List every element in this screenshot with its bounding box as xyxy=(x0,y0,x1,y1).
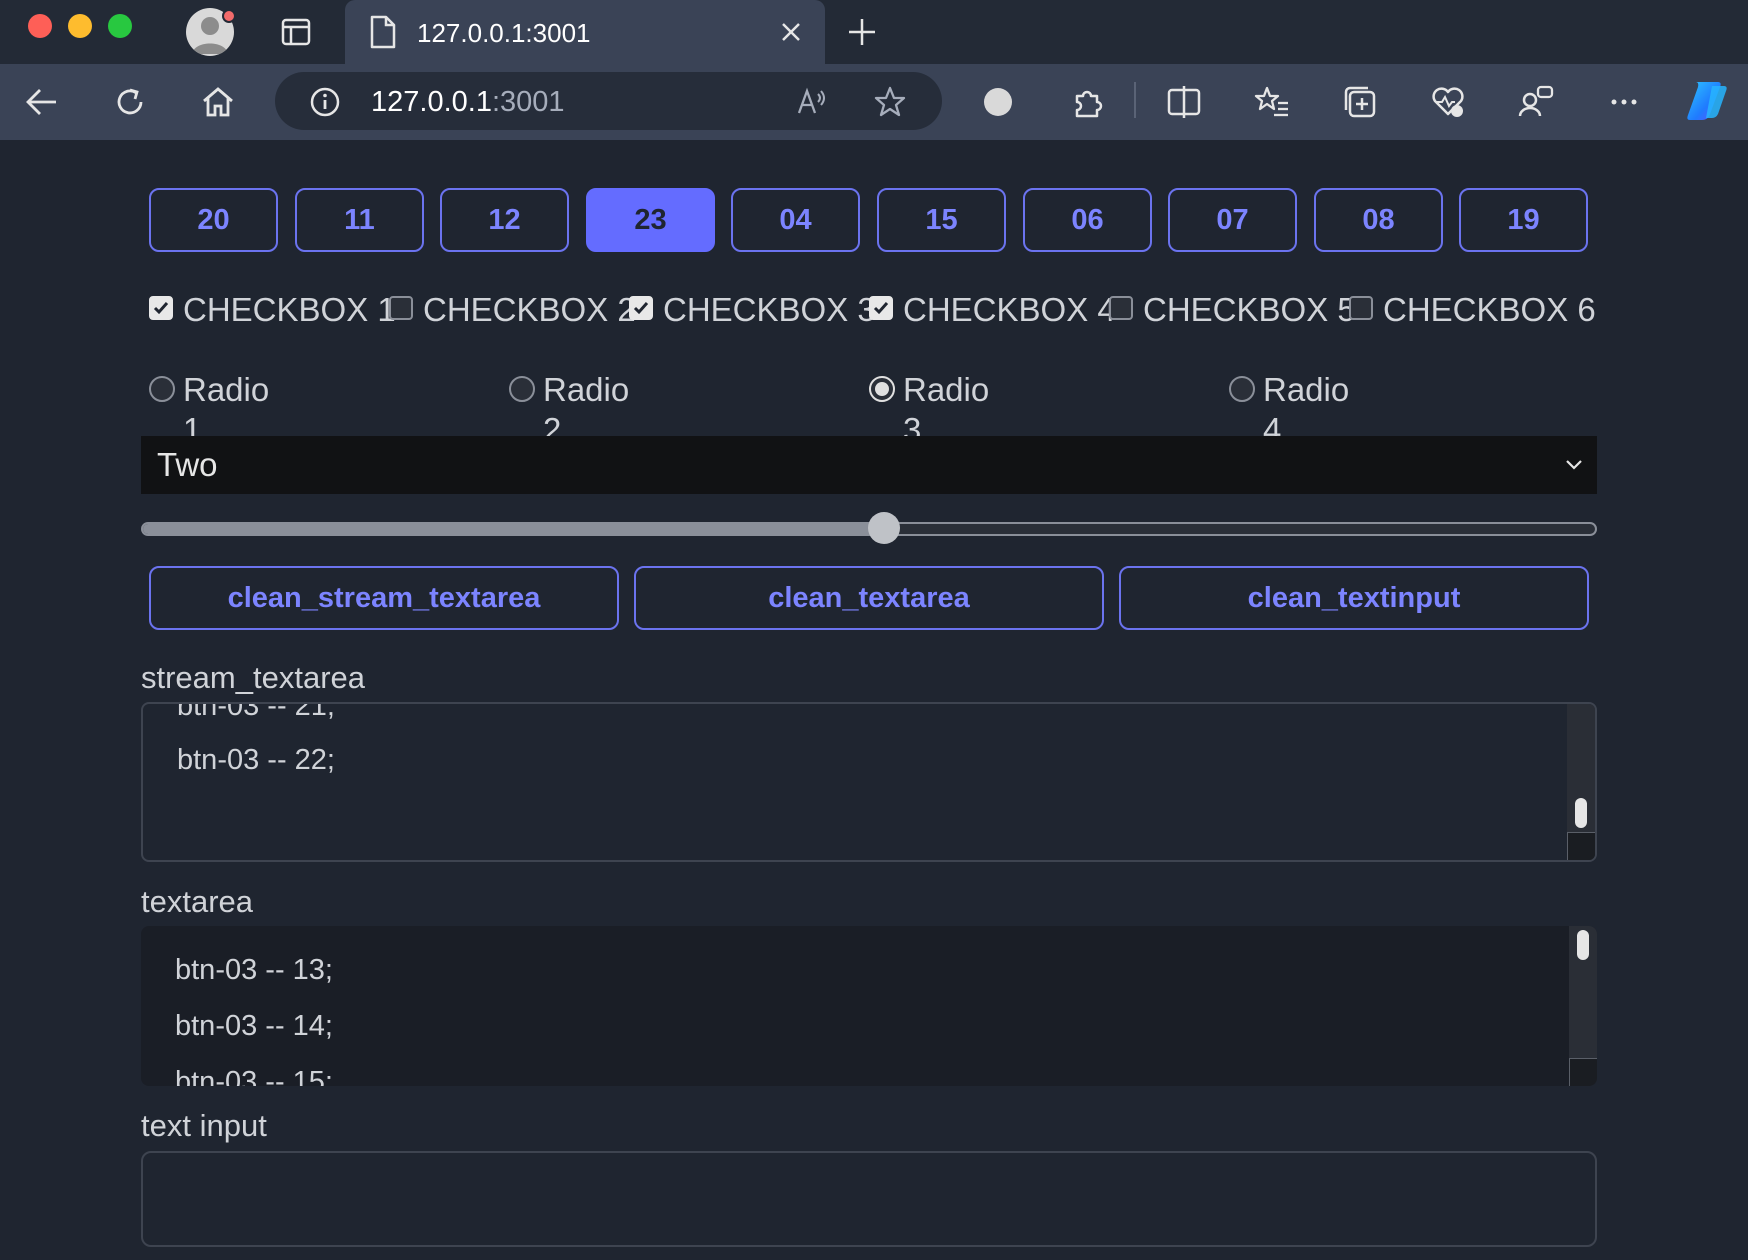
number-button-04[interactable]: 04 xyxy=(731,188,860,252)
home-icon[interactable] xyxy=(200,84,236,120)
page-content: 20 11 12 23 04 15 06 07 08 19 CHECKBOX 1… xyxy=(0,140,1748,1260)
url-port: :3001 xyxy=(491,86,565,118)
radio-group: Radio 1 Radio 2 Radio 3 Radio 4 xyxy=(149,370,1599,448)
checkbox-box[interactable] xyxy=(1109,296,1133,320)
number-button-06[interactable]: 06 xyxy=(1023,188,1152,252)
text-input[interactable] xyxy=(141,1151,1597,1247)
reload-icon[interactable] xyxy=(112,84,148,120)
checkbox-label: CHECKBOX 2 xyxy=(423,291,636,328)
checkbox-label: CHECKBOX 3 xyxy=(663,291,876,328)
number-button-15[interactable]: 15 xyxy=(877,188,1006,252)
textarea-line: btn-03 -- 15; xyxy=(175,1066,333,1086)
number-button-07[interactable]: 07 xyxy=(1168,188,1297,252)
clean-stream-textarea-button[interactable]: clean_stream_textarea xyxy=(149,566,619,630)
favorite-star-icon[interactable] xyxy=(873,85,907,119)
address-bar[interactable]: 127.0.0.1:3001 xyxy=(275,72,942,130)
resize-handle[interactable] xyxy=(1567,832,1595,860)
checkbox-label: CHECKBOX 1 xyxy=(183,291,396,328)
favorites-icon[interactable] xyxy=(1254,84,1290,120)
radio-circle[interactable] xyxy=(1229,376,1255,402)
record-icon[interactable] xyxy=(982,84,1014,120)
scrollbar-thumb[interactable] xyxy=(1577,930,1589,960)
notification-dot xyxy=(222,9,236,23)
checkbox-label: CHECKBOX 5 xyxy=(1143,291,1356,328)
collections-icon[interactable] xyxy=(1342,84,1378,120)
copilot-icon[interactable] xyxy=(1682,78,1730,124)
chevron-down-icon xyxy=(1563,454,1585,476)
range-slider[interactable] xyxy=(141,512,1597,544)
number-button-08[interactable]: 08 xyxy=(1314,188,1443,252)
minimize-window-button[interactable] xyxy=(68,14,92,38)
select-dropdown[interactable]: Two xyxy=(141,436,1597,494)
radio-circle[interactable] xyxy=(869,376,895,402)
maximize-window-button[interactable] xyxy=(108,14,132,38)
checkbox-label: CHECKBOX 4 xyxy=(903,291,1116,328)
textarea-line: btn-03 -- 21; xyxy=(177,702,335,722)
stream-textarea-label: stream_textarea xyxy=(141,660,365,695)
number-button-11[interactable]: 11 xyxy=(295,188,424,252)
split-screen-icon[interactable] xyxy=(1166,84,1202,120)
clean-textinput-button[interactable]: clean_textinput xyxy=(1119,566,1589,630)
checkbox-label: CHECKBOX 6 xyxy=(1383,291,1596,328)
checkbox-group: CHECKBOX 1 CHECKBOX 2 CHECKBOX 3 CHECKBO… xyxy=(149,290,1599,330)
scrollbar-thumb[interactable] xyxy=(1575,798,1587,828)
tab-actions-icon[interactable] xyxy=(280,16,312,48)
text-input-label: text input xyxy=(141,1108,267,1143)
checkbox-box[interactable] xyxy=(1349,296,1373,320)
extensions-icon[interactable] xyxy=(1070,84,1106,120)
textarea[interactable]: btn-03 -- 13; btn-03 -- 14; btn-03 -- 15… xyxy=(141,926,1597,1086)
read-aloud-icon[interactable] xyxy=(795,85,829,119)
check-icon xyxy=(873,302,889,315)
close-tab-icon[interactable] xyxy=(777,18,805,46)
tab-strip: 127.0.0.1:3001 xyxy=(0,0,1748,64)
close-window-button[interactable] xyxy=(28,14,52,38)
browser-toolbar: 127.0.0.1:3001 xyxy=(0,64,1748,140)
url-text: 127.0.0.1:3001 xyxy=(371,86,565,119)
clean-textarea-button[interactable]: clean_textarea xyxy=(634,566,1104,630)
number-button-23[interactable]: 23 xyxy=(586,188,715,252)
site-info-icon[interactable] xyxy=(309,86,341,118)
workspaces-icon[interactable] xyxy=(1518,84,1554,120)
number-button-20[interactable]: 20 xyxy=(149,188,278,252)
new-tab-icon[interactable] xyxy=(846,16,878,48)
number-button-12[interactable]: 12 xyxy=(440,188,569,252)
action-button-row: clean_stream_textarea clean_textarea cle… xyxy=(149,566,1589,630)
more-options-icon[interactable] xyxy=(1606,84,1642,120)
page-icon xyxy=(369,15,397,49)
checkbox-box[interactable] xyxy=(869,296,893,320)
checkbox-box[interactable] xyxy=(149,296,173,320)
stream-textarea[interactable]: btn-03 -- 21; btn-03 -- 22; xyxy=(141,702,1597,862)
check-icon xyxy=(153,302,169,315)
resize-handle[interactable] xyxy=(1569,1058,1597,1086)
slider-thumb[interactable] xyxy=(867,512,900,544)
radio-circle[interactable] xyxy=(509,376,535,402)
slider-fill xyxy=(143,524,884,534)
browser-essentials-icon[interactable] xyxy=(1430,84,1466,120)
number-button-19[interactable]: 19 xyxy=(1459,188,1588,252)
tab-title: 127.0.0.1:3001 xyxy=(417,18,591,48)
url-host: 127.0.0.1 xyxy=(371,86,492,118)
browser-tab[interactable]: 127.0.0.1:3001 xyxy=(345,0,825,64)
checkbox-box[interactable] xyxy=(629,296,653,320)
radio-circle[interactable] xyxy=(149,376,175,402)
check-icon xyxy=(633,302,649,315)
textarea-line: btn-03 -- 14; xyxy=(175,1010,333,1042)
checkbox-box[interactable] xyxy=(389,296,413,320)
toolbar-separator xyxy=(1134,82,1136,118)
number-button-row: 20 11 12 23 04 15 06 07 08 19 xyxy=(149,188,1589,252)
select-value: Two xyxy=(157,446,218,483)
back-icon[interactable] xyxy=(24,84,60,120)
textarea-line: btn-03 -- 13; xyxy=(175,954,333,986)
textarea-line: btn-03 -- 22; xyxy=(177,744,335,776)
textarea-label: textarea xyxy=(141,884,254,919)
